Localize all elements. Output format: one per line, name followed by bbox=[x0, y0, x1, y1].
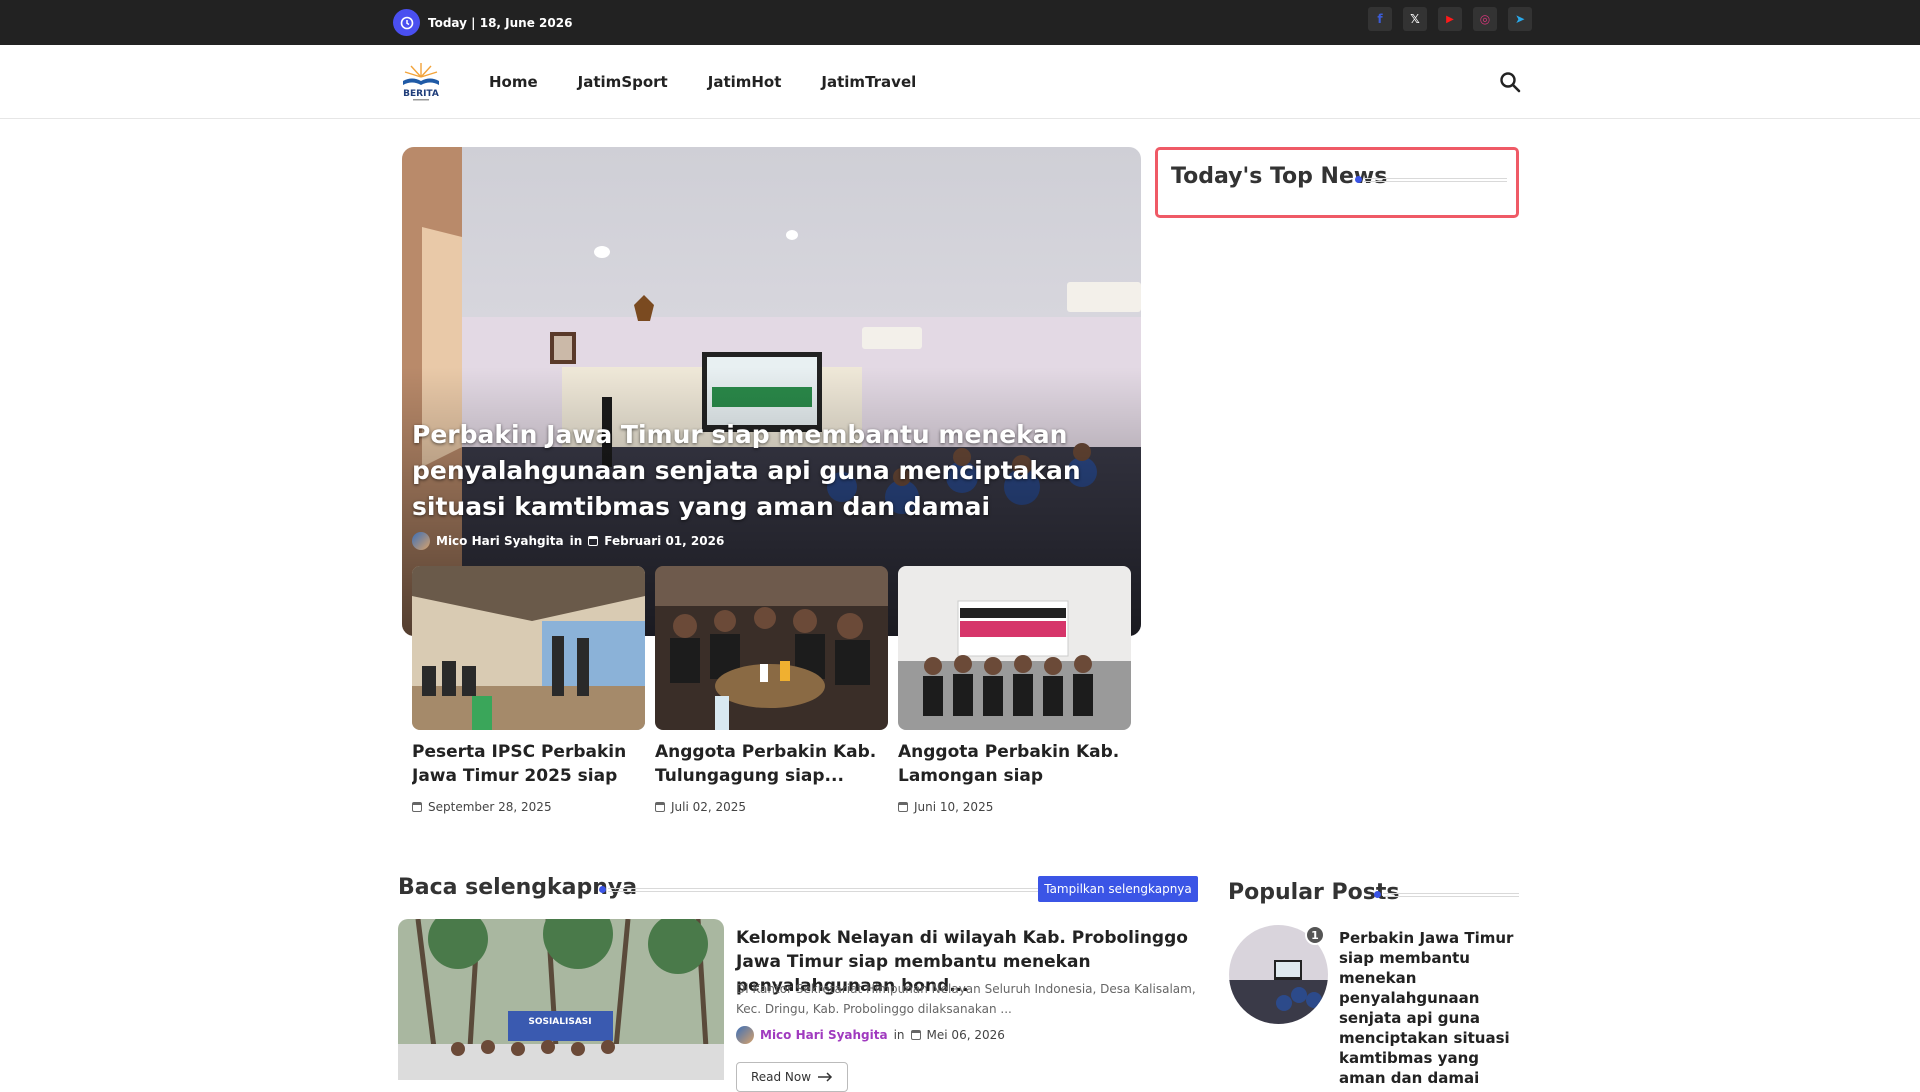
calendar-icon bbox=[412, 802, 422, 812]
read-now-button[interactable]: Read Now bbox=[736, 1062, 848, 1092]
post-author[interactable]: Mico Hari Syahgita bbox=[760, 1028, 888, 1042]
x-glyph: 𝕏 bbox=[1410, 12, 1420, 26]
card-date-row: September 28, 2025 bbox=[412, 800, 645, 814]
post-excerpt: Di Kantor Sekretariat Himpunan Nelayan S… bbox=[736, 982, 1196, 1016]
card-title[interactable]: Anggota Perbakin Kab. Tulungagung siap..… bbox=[655, 740, 888, 788]
title-dot bbox=[599, 886, 606, 893]
arrow-right-icon bbox=[818, 1072, 833, 1082]
calendar-icon bbox=[588, 536, 599, 546]
post-meta: Mico Hari Syahgita in Mei 06, 2026 bbox=[736, 1026, 1005, 1044]
post-date: Mei 06, 2026 bbox=[926, 1028, 1005, 1042]
popular-post-title[interactable]: Perbakin Jawa Timur siap membantu meneka… bbox=[1339, 928, 1519, 1088]
logo-text: BERITA bbox=[403, 89, 439, 99]
card-date: Juli 02, 2025 bbox=[671, 800, 747, 814]
main-nav: BERITA Home JatimSport JatimHot JatimTra… bbox=[0, 45, 1920, 119]
instagram-icon[interactable]: ◎ bbox=[1473, 7, 1497, 31]
popular-rank-badge: 1 bbox=[1305, 925, 1325, 945]
post-in: in bbox=[893, 1028, 905, 1042]
calendar-icon bbox=[655, 802, 665, 812]
date-text: Today | 18, June 2026 bbox=[428, 15, 573, 30]
site-logo[interactable]: BERITA bbox=[397, 59, 445, 105]
card-image[interactable] bbox=[898, 566, 1131, 730]
post-image[interactable]: SOSIALISASI bbox=[398, 919, 724, 1080]
calendar-icon bbox=[898, 802, 908, 812]
card-date: Juni 10, 2025 bbox=[914, 800, 994, 814]
show-more-button[interactable]: Tampilkan selengkapnya bbox=[1038, 876, 1198, 902]
news-card[interactable]: Peserta IPSC Perbakin Jawa Timur 2025 si… bbox=[412, 566, 645, 814]
card-image[interactable] bbox=[412, 566, 645, 730]
nav-link-jatimhot[interactable]: JatimHot bbox=[708, 73, 782, 91]
telegram-icon[interactable]: ➤ bbox=[1508, 7, 1532, 31]
hero-title[interactable]: Perbakin Jawa Timur siap membantu meneka… bbox=[412, 417, 1127, 525]
card-title[interactable]: Peserta IPSC Perbakin Jawa Timur 2025 si… bbox=[412, 740, 645, 788]
facebook-icon[interactable]: f bbox=[1368, 7, 1392, 31]
news-card[interactable]: Anggota Perbakin Kab. Tulungagung siap..… bbox=[655, 566, 888, 814]
nav-link-jatimsport[interactable]: JatimSport bbox=[578, 73, 668, 91]
youtube-glyph: ▶ bbox=[1446, 13, 1454, 25]
social-links: f 𝕏 ▶ ◎ ➤ bbox=[1368, 7, 1532, 31]
title-rule bbox=[1364, 178, 1507, 182]
date-display: Today | 18, June 2026 bbox=[393, 9, 572, 36]
title-rule bbox=[1383, 893, 1519, 897]
telegram-glyph: ➤ bbox=[1514, 12, 1526, 26]
title-dot bbox=[1374, 891, 1381, 898]
hero-date: Februari 01, 2026 bbox=[604, 534, 725, 548]
card-date-row: Juli 02, 2025 bbox=[655, 800, 888, 814]
facebook-glyph: f bbox=[1377, 12, 1383, 26]
nav-link-home[interactable]: Home bbox=[489, 73, 538, 91]
x-icon[interactable]: 𝕏 bbox=[1403, 7, 1427, 31]
clock-icon bbox=[393, 9, 420, 36]
card-date-row: Juni 10, 2025 bbox=[898, 800, 1131, 814]
calendar-icon bbox=[910, 1030, 921, 1040]
hero-meta: Mico Hari Syahgita in Februari 01, 2026 bbox=[412, 532, 724, 550]
banner-text: SOSIALISASI bbox=[528, 1017, 591, 1027]
news-card[interactable]: Anggota Perbakin Kab. Lamongan siap memb… bbox=[898, 566, 1131, 814]
hero-in: in bbox=[569, 534, 583, 548]
nav-link-jatimtravel[interactable]: JatimTravel bbox=[821, 73, 916, 91]
top-news-widget: Today's Top News bbox=[1155, 147, 1519, 218]
avatar[interactable] bbox=[412, 532, 430, 550]
instagram-glyph: ◎ bbox=[1479, 12, 1491, 26]
read-now-label: Read Now bbox=[750, 1070, 812, 1084]
youtube-icon[interactable]: ▶ bbox=[1438, 7, 1462, 31]
card-title[interactable]: Anggota Perbakin Kab. Lamongan siap memb… bbox=[898, 740, 1131, 788]
card-image[interactable] bbox=[655, 566, 888, 730]
nav-links: Home JatimSport JatimHot JatimTravel bbox=[489, 45, 916, 119]
title-rule bbox=[608, 888, 1038, 892]
title-dot bbox=[1355, 176, 1362, 183]
search-icon[interactable] bbox=[1498, 70, 1522, 94]
hero-author[interactable]: Mico Hari Syahgita bbox=[436, 534, 564, 548]
card-date: September 28, 2025 bbox=[428, 800, 552, 814]
top-bar: Today | 18, June 2026 f 𝕏 ▶ ◎ ➤ bbox=[0, 0, 1920, 45]
avatar[interactable] bbox=[736, 1026, 754, 1044]
hero-image[interactable] bbox=[402, 147, 1141, 636]
